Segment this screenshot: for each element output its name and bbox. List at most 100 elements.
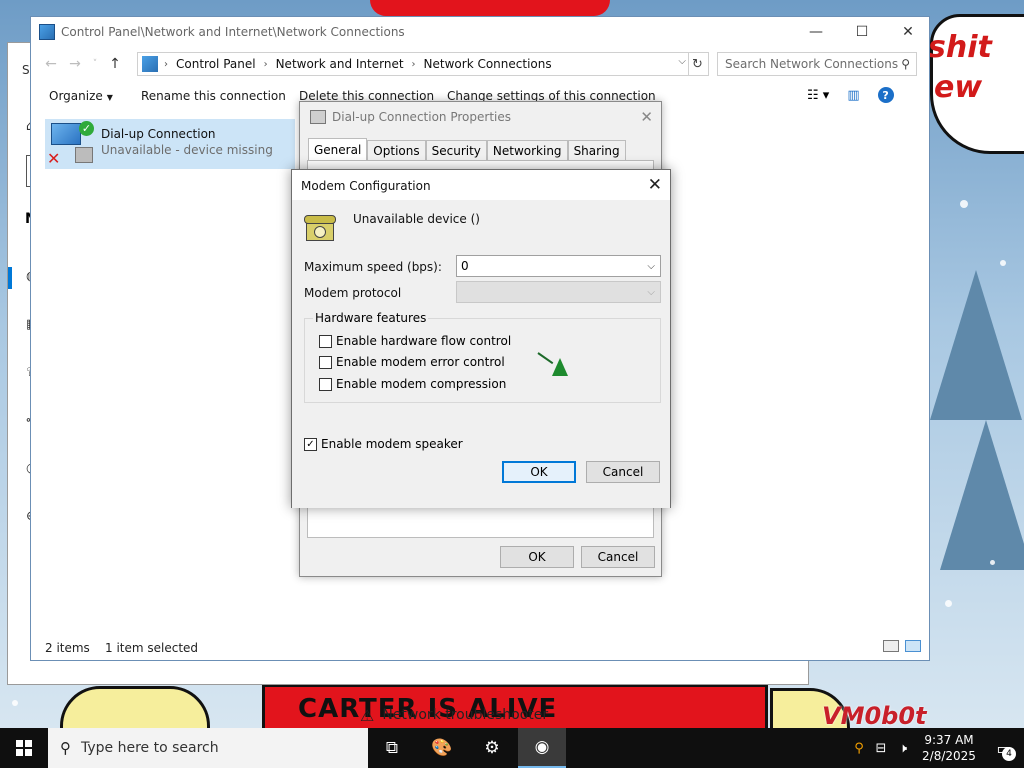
system-tray: ⚲ ⊟ 🕨 9:37 AM 2/8/2025 ▭ 4 [848, 728, 1024, 768]
max-speed-select[interactable]: 0 ⌵ [456, 255, 661, 277]
checkbox-label: Enable modem error control [336, 355, 505, 369]
christmas-tree-cursor-icon [537, 350, 568, 380]
breadcrumb-control-panel[interactable]: Control Panel [176, 57, 256, 71]
help-icon[interactable]: ? [877, 87, 894, 103]
breadcrumb-chevron-icon[interactable]: › [164, 59, 168, 70]
address-dropdown-icon[interactable]: ⌵ [678, 56, 686, 67]
snowflake [1000, 260, 1006, 266]
notifications-icon[interactable]: ▭ 4 [984, 728, 1024, 768]
monitor-icon [51, 123, 81, 145]
properties-cancel-button[interactable]: Cancel [581, 546, 655, 568]
tab-security[interactable]: Security [425, 140, 487, 160]
dial-up-connection-item[interactable]: ✓ ✕ Dial-up Connection Unavailable - dev… [45, 119, 295, 169]
tab-general[interactable]: General [308, 138, 368, 160]
clock-date: 2/8/2025 [922, 749, 976, 763]
breadcrumb-network-connections[interactable]: Network Connections [424, 57, 552, 71]
minimize-button[interactable]: — [793, 17, 839, 47]
control-panel-icon [39, 24, 55, 40]
address-bar: ← → ˅ ↑ › Control Panel › Network and In… [31, 51, 929, 77]
item-count: 2 items [45, 641, 90, 655]
cartoon-shape-left [60, 686, 210, 728]
change-view-icon[interactable]: ☷ ▾ [807, 88, 829, 103]
paint-app-icon[interactable]: 🎨 [418, 728, 466, 768]
recent-chevron-icon[interactable]: ˅ [87, 59, 103, 69]
checkbox-box[interactable] [319, 355, 332, 369]
details-view-icon[interactable] [883, 640, 899, 652]
modem-error-control-checkbox[interactable]: Enable modem error control [319, 355, 505, 369]
settings-gear-icon[interactable]: ⚙ [468, 728, 516, 768]
max-speed-label: Maximum speed (bps): [304, 260, 442, 274]
search-icon[interactable]: ⚲ [901, 57, 910, 71]
refresh-icon[interactable]: ↻ [687, 52, 709, 76]
chevron-down-icon: ⌵ [647, 261, 655, 272]
chevron-down-icon: ⌵ [647, 287, 655, 298]
speech-bubble-text-2: ew [934, 70, 983, 105]
connection-text: Dial-up Connection Unavailable - device … [101, 127, 273, 169]
task-view-icon[interactable]: ⧉ [368, 728, 416, 768]
snowy-tree-lower [940, 420, 1024, 570]
breadcrumb-chevron-icon[interactable]: › [264, 59, 268, 70]
error-x-icon: ✕ [47, 149, 61, 168]
warning-icon: ⚠ [360, 705, 375, 725]
title-bar[interactable]: Control Panel\Network and Internet\Netwo… [31, 17, 929, 47]
breadcrumb-network-and-internet[interactable]: Network and Internet [276, 57, 404, 71]
rename-connection-button[interactable]: Rename this connection [141, 89, 286, 103]
properties-close-icon[interactable]: ✕ [640, 108, 653, 126]
clock[interactable]: 9:37 AM 2/8/2025 [914, 732, 984, 764]
cursor-line [537, 352, 554, 365]
watermark-text: VM0b0t [822, 702, 927, 728]
start-button[interactable] [0, 728, 48, 768]
tab-networking[interactable]: Networking [486, 140, 568, 160]
control-panel-app-icon[interactable]: ◉ [518, 728, 566, 768]
properties-title: Dial-up Connection Properties [332, 110, 511, 124]
modem-icon [75, 147, 93, 163]
properties-ok-button[interactable]: OK [500, 546, 574, 568]
red-hat-shape [370, 0, 610, 16]
layout-toggle [883, 640, 921, 652]
tab-sharing[interactable]: Sharing [567, 140, 626, 160]
forward-arrow-icon[interactable]: → [63, 56, 87, 72]
phone-handset [304, 215, 336, 224]
maximize-button[interactable]: ☐ [839, 17, 885, 47]
hardware-features-label: Hardware features [313, 311, 429, 325]
tiles-view-icon[interactable] [905, 640, 921, 652]
network-troubleshooter-link[interactable]: ⚠ Network troubleshooter [360, 705, 548, 725]
search-network-connections-input[interactable]: Search Network Connections ⚲ [717, 52, 917, 76]
organize-button[interactable]: Organize ▼ [49, 89, 113, 103]
back-arrow-icon[interactable]: ← [39, 56, 63, 72]
snowflake [12, 700, 18, 706]
connection-status: Unavailable - device missing [101, 143, 273, 157]
taskbar-search-box[interactable]: ⚲ Type here to search [48, 728, 368, 768]
modem-dialog-body: Unavailable device () Maximum speed (bps… [292, 200, 670, 508]
phone-dial [314, 226, 326, 238]
modem-title-bar[interactable]: Modem Configuration ✕ [292, 170, 670, 200]
modem-ok-button[interactable]: OK [502, 461, 576, 483]
hardware-flow-control-checkbox[interactable]: Enable hardware flow control [319, 334, 511, 348]
telephone-icon [304, 213, 336, 241]
tab-options[interactable]: Options [367, 140, 426, 160]
snowflake [960, 200, 968, 208]
checkbox-box[interactable] [319, 377, 332, 391]
network-icon[interactable]: ⊟ [870, 741, 892, 756]
close-button[interactable]: ✕ [885, 17, 931, 47]
up-arrow-icon[interactable]: ↑ [103, 56, 127, 72]
address-path-box[interactable]: › Control Panel › Network and Internet ›… [137, 52, 689, 76]
modem-close-icon[interactable]: ✕ [648, 175, 662, 195]
taskbar: ⚲ Type here to search ⧉ 🎨 ⚙ ◉ ⚲ ⊟ 🕨 9:37… [0, 728, 1024, 768]
modem-compression-checkbox[interactable]: Enable modem compression [319, 377, 506, 391]
breadcrumb-chevron-icon[interactable]: › [412, 59, 416, 70]
checkbox-box[interactable] [319, 334, 332, 348]
tray-magnifier-icon[interactable]: ⚲ [848, 741, 870, 756]
modem-configuration-dialog: Modem Configuration ✕ Unavailable device… [291, 169, 671, 508]
snowy-tree [930, 270, 1022, 420]
properties-title-bar[interactable]: Dial-up Connection Properties [310, 110, 511, 124]
modem-dialog-title: Modem Configuration [301, 179, 431, 193]
selected-indicator [8, 267, 12, 289]
modem-cancel-button[interactable]: Cancel [586, 461, 660, 483]
device-name: Unavailable device () [353, 212, 480, 226]
modem-speaker-checkbox[interactable]: ✓ Enable modem speaker [304, 437, 463, 451]
preview-pane-icon[interactable]: ▥ [847, 88, 859, 103]
connection-name: Dial-up Connection [101, 127, 216, 141]
speaker-muted-icon[interactable]: 🕨 [892, 741, 914, 756]
checkbox-box-checked[interactable]: ✓ [304, 437, 317, 451]
